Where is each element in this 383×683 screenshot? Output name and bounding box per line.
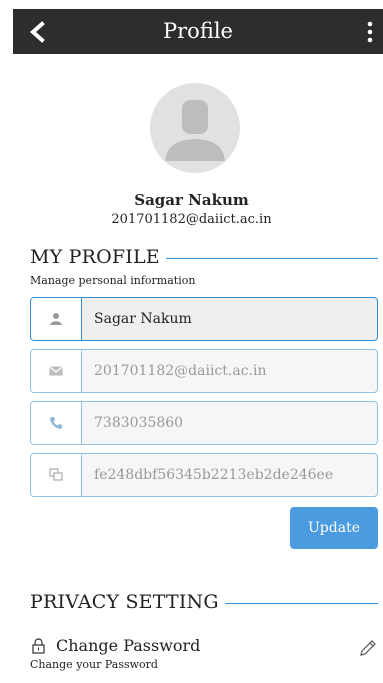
- section-title: PRIVACY SETTING: [30, 591, 219, 613]
- email-value: 201701182@daiict.ac.in: [94, 363, 267, 379]
- user-email: 201701182@daiict.ac.in: [111, 212, 272, 227]
- change-password-title: Change Password: [56, 636, 201, 655]
- privacy-setting-header: PRIVACY SETTING: [30, 591, 378, 613]
- device-icon: [31, 454, 82, 496]
- overflow-menu-button[interactable]: [365, 21, 375, 43]
- device-id-value: fe248dbf56345b2213eb2de246ee: [94, 467, 334, 483]
- change-password-subtitle: Change your Password: [30, 658, 158, 671]
- page-title: Profile: [163, 19, 233, 43]
- avatar[interactable]: [150, 83, 240, 173]
- mail-icon: [31, 350, 82, 392]
- change-password-row[interactable]: Change Password Change your Password: [30, 636, 378, 676]
- phone-field[interactable]: 7383035860: [30, 401, 378, 445]
- lock-icon: [32, 638, 45, 654]
- device-id-field[interactable]: fe248dbf56345b2213eb2de246ee: [30, 453, 378, 497]
- user-icon: [31, 298, 82, 340]
- my-profile-header: MY PROFILE: [30, 246, 378, 268]
- app-header: Profile: [13, 9, 383, 54]
- section-title: MY PROFILE: [30, 246, 160, 268]
- phone-icon: [31, 402, 82, 444]
- more-vertical-icon: [367, 21, 373, 43]
- update-button[interactable]: Update: [290, 507, 378, 549]
- divider: [224, 602, 378, 604]
- name-value: Sagar Nakum: [94, 311, 192, 327]
- section-subtitle: Manage personal information: [30, 274, 196, 287]
- user-name: Sagar Nakum: [134, 191, 249, 209]
- divider: [165, 257, 378, 259]
- pencil-icon[interactable]: [358, 638, 378, 658]
- user-avatar-icon: [165, 100, 225, 161]
- name-field[interactable]: Sagar Nakum: [30, 297, 378, 341]
- phone-value: 7383035860: [94, 415, 184, 431]
- email-field[interactable]: 201701182@daiict.ac.in: [30, 349, 378, 393]
